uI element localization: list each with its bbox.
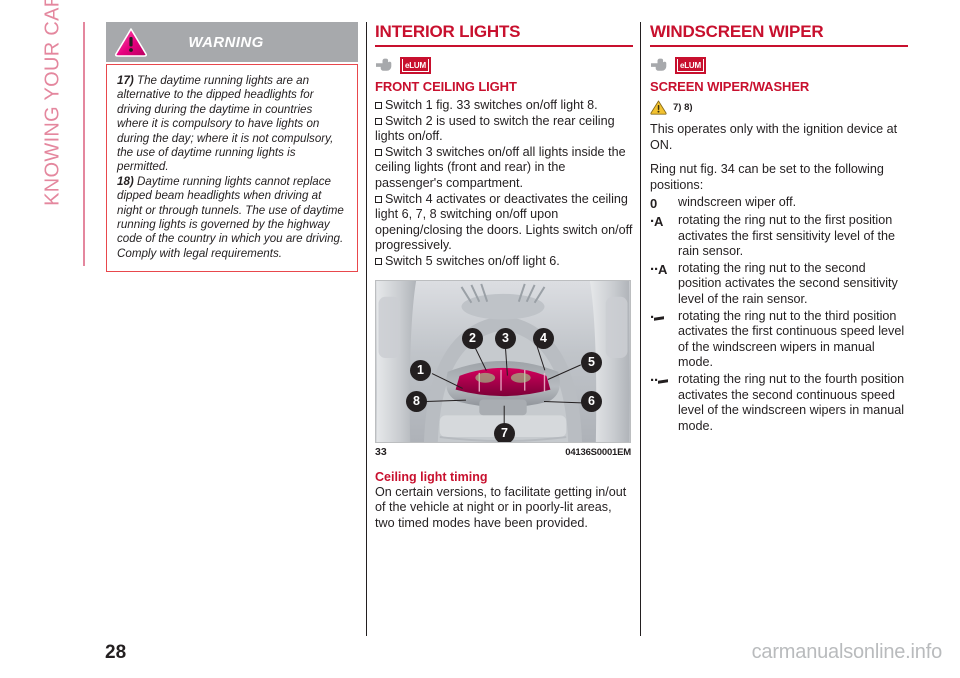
reference-marks: 7) 8) bbox=[673, 101, 693, 113]
figure-code: 04136S0001EM bbox=[565, 446, 631, 458]
square-bullet-icon bbox=[375, 102, 382, 109]
ceiling-light-timing-text: On certain versions, to facilitate getti… bbox=[375, 484, 627, 530]
list-item: ·· rotating the ring nut to the fourth p… bbox=[650, 372, 908, 434]
warning-item-text-18: Daytime running lights cannot replace di… bbox=[117, 174, 344, 260]
column-divider-1 bbox=[366, 22, 367, 636]
sidebar-rule bbox=[83, 22, 85, 266]
bullet-text: Switch 3 switches on/off all lights insi… bbox=[375, 144, 626, 190]
amber-warning-row: 7) 8) bbox=[650, 98, 908, 116]
warning-item-num-17: 17) bbox=[117, 74, 134, 87]
right-column: WINDSCREEN WIPER eLUM SCREEN WIPER/WASHE… bbox=[650, 22, 908, 435]
column-divider-2 bbox=[640, 22, 641, 636]
list-item: Switch 5 switches on/off light 6. bbox=[375, 254, 633, 270]
warning-banner: WARNING bbox=[106, 22, 358, 62]
page-number: 28 bbox=[105, 642, 127, 663]
position-symbol-dotdot-a: ··A bbox=[650, 260, 668, 278]
bullet-text: Switch 5 switches on/off light 6. bbox=[385, 253, 560, 268]
bullet-text: Switch 1 fig. 33 switches on/off light 8… bbox=[385, 98, 598, 112]
bullet-text: Switch 4 activates or deactivates the ce… bbox=[375, 191, 633, 253]
warning-triangle-pink-icon bbox=[114, 27, 148, 57]
figure-callout-3: 3 bbox=[495, 327, 516, 349]
pointing-hand-icon bbox=[650, 58, 670, 72]
figure-callout-1: 1 bbox=[410, 359, 431, 381]
chapter-sidebar: KNOWING YOUR CAR bbox=[0, 0, 96, 678]
ring-nut-position-list: 0 windscreen wiper off. ·A rotating the … bbox=[650, 195, 908, 434]
position-symbol-zero: 0 bbox=[650, 196, 658, 212]
list-item: · rotating the ring nut to the third pos… bbox=[650, 309, 908, 371]
position-text: windscreen wiper off. bbox=[678, 195, 797, 210]
left-column: WARNING 17) The daytime running lights a… bbox=[106, 22, 358, 273]
figure-callout-8: 8 bbox=[406, 390, 427, 412]
wiper-intro-text: This operates only with the ignition dev… bbox=[650, 122, 908, 193]
figure-callout-5: 5 bbox=[581, 351, 602, 373]
watermark: carmanualsonline.info bbox=[751, 641, 943, 663]
wiper-paragraph-1: This operates only with the ignition dev… bbox=[650, 122, 898, 152]
bullet-text: Switch 2 is used to switch the rear ceil… bbox=[375, 113, 615, 144]
middle-column: INTERIOR LIGHTS eLUM FRONT CEILING LIGHT… bbox=[375, 22, 633, 531]
figure-callout-2: 2 bbox=[462, 327, 483, 349]
warning-banner-title: WARNING bbox=[188, 33, 264, 51]
figure-callout-6: 6 bbox=[581, 390, 602, 412]
figure-callout-4: 4 bbox=[533, 327, 554, 349]
warning-triangle-amber-icon bbox=[650, 100, 667, 115]
list-item: Switch 4 activates or deactivates the ce… bbox=[375, 192, 633, 254]
list-item: 0 windscreen wiper off. bbox=[650, 195, 908, 212]
subsection-front-ceiling-light: FRONT CEILING LIGHT bbox=[375, 79, 517, 94]
figure-callout-7: 7 bbox=[494, 422, 515, 442]
warning-item-text-17: The daytime running lights are an altern… bbox=[117, 74, 334, 174]
list-item: Switch 1 fig. 33 switches on/off light 8… bbox=[375, 98, 633, 114]
square-bullet-icon bbox=[375, 148, 382, 156]
pointing-hand-icon bbox=[375, 58, 395, 72]
elum-badge-interior: eLUM bbox=[400, 56, 431, 74]
figure-number: 33 bbox=[375, 445, 387, 458]
section-title-interior-lights: INTERIOR LIGHTS bbox=[375, 22, 633, 47]
position-text: rotating the ring nut to the third posit… bbox=[678, 308, 905, 370]
list-item: Switch 3 switches on/off all lights insi… bbox=[375, 145, 633, 192]
figure-caption: 33 04136S0001EM bbox=[375, 446, 631, 458]
elum-row-interior: eLUM bbox=[375, 55, 633, 75]
position-text: rotating the ring nut to the second posi… bbox=[678, 260, 898, 306]
square-bullet-icon bbox=[375, 195, 382, 203]
elum-badge-label: eLUM bbox=[403, 59, 428, 71]
square-bullet-icon bbox=[375, 117, 382, 125]
position-symbol-dot-a: ·A bbox=[650, 212, 664, 230]
position-text: rotating the ring nut to the first posit… bbox=[678, 212, 895, 259]
list-item: ·A rotating the ring nut to the first po… bbox=[650, 213, 908, 260]
square-bullet-icon bbox=[375, 257, 382, 265]
wiper-paragraph-2: Ring nut fig. 34 can be set to the follo… bbox=[650, 162, 884, 192]
position-text: rotating the ring nut to the fourth posi… bbox=[678, 371, 905, 433]
subsection-screen-wiper-washer: SCREEN WIPER/WASHER bbox=[650, 79, 810, 94]
list-item: ··A rotating the ring nut to the second … bbox=[650, 261, 908, 308]
warning-item-num-18: 18) bbox=[117, 174, 134, 188]
switch-bullet-list: Switch 1 fig. 33 switches on/off light 8… bbox=[375, 98, 633, 270]
elum-badge-wiper: eLUM bbox=[675, 56, 706, 74]
position-symbol-dotdot-dash: ·· bbox=[650, 372, 678, 389]
elum-badge-label: eLUM bbox=[678, 59, 703, 71]
elum-row-wiper: eLUM bbox=[650, 55, 908, 75]
list-item: Switch 2 is used to switch the rear ceil… bbox=[375, 114, 633, 145]
figure-ceiling-console: 1 2 3 4 5 6 7 8 bbox=[375, 279, 631, 443]
manual-page: KNOWING YOUR CAR WARNING 17) The daytime… bbox=[0, 0, 960, 678]
warning-body: 17) The daytime running lights are an al… bbox=[106, 64, 358, 273]
chapter-title: KNOWING YOUR CAR bbox=[41, 0, 64, 206]
subsection-ceiling-light-timing: Ceiling light timing bbox=[375, 469, 488, 484]
position-symbol-dot-dash: · bbox=[650, 309, 678, 326]
section-title-windscreen-wiper: WINDSCREEN WIPER bbox=[650, 22, 908, 47]
